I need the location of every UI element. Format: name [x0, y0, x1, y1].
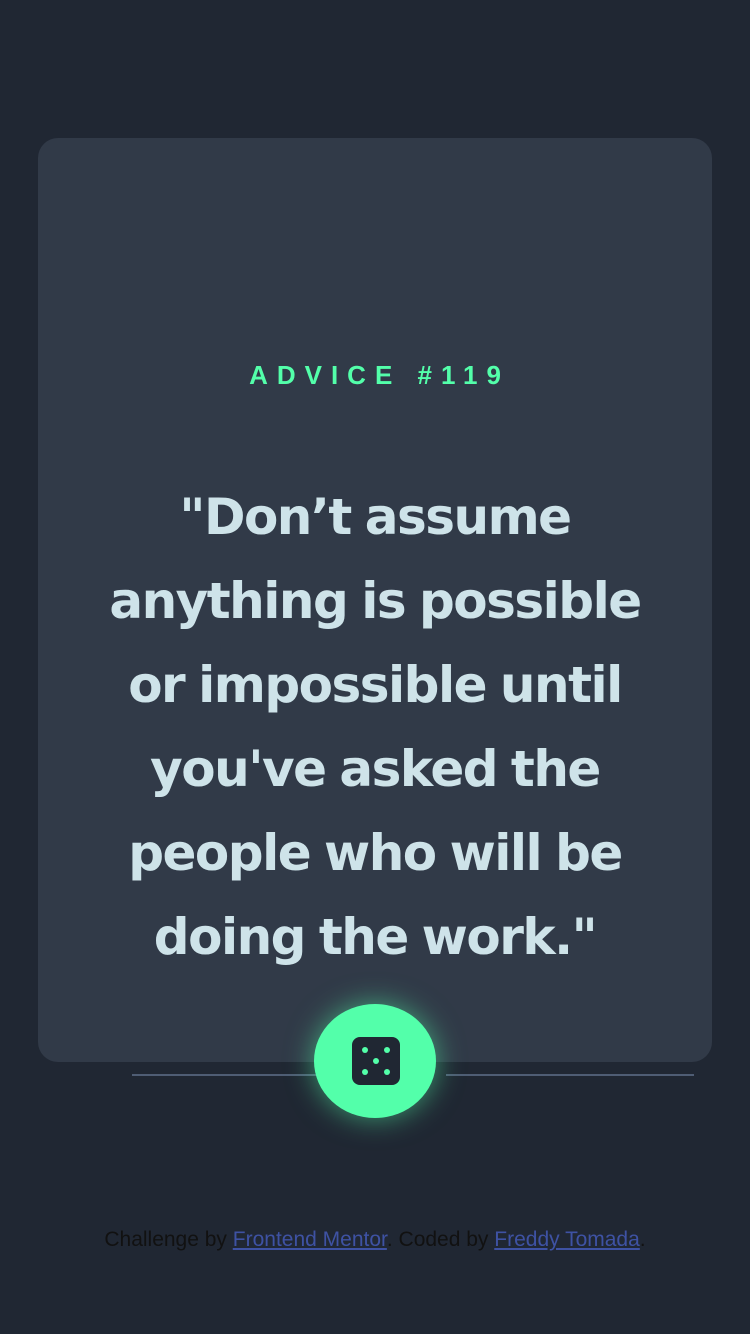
advice-card: ADVICE #119 "Don’t assume anything is po…: [38, 138, 712, 1088]
advice-quote: "Don’t assume anything is possible or im…: [109, 488, 642, 966]
advice-id: ADVICE #119: [249, 360, 510, 390]
footer-suffix: .: [639, 1228, 646, 1251]
frontend-mentor-link[interactable]: Frontend Mentor: [233, 1228, 387, 1251]
author-link[interactable]: Freddy Tomada: [494, 1228, 640, 1251]
divider-line-right: [446, 1074, 694, 1076]
attribution-footer: Challenge by Frontend Mentor. Coded by F…: [0, 1228, 750, 1252]
dice-icon: [352, 1037, 400, 1085]
footer-middle: . Coded by: [386, 1228, 495, 1251]
generate-advice-button[interactable]: [314, 1004, 436, 1118]
footer-prefix: Challenge by: [104, 1228, 233, 1251]
